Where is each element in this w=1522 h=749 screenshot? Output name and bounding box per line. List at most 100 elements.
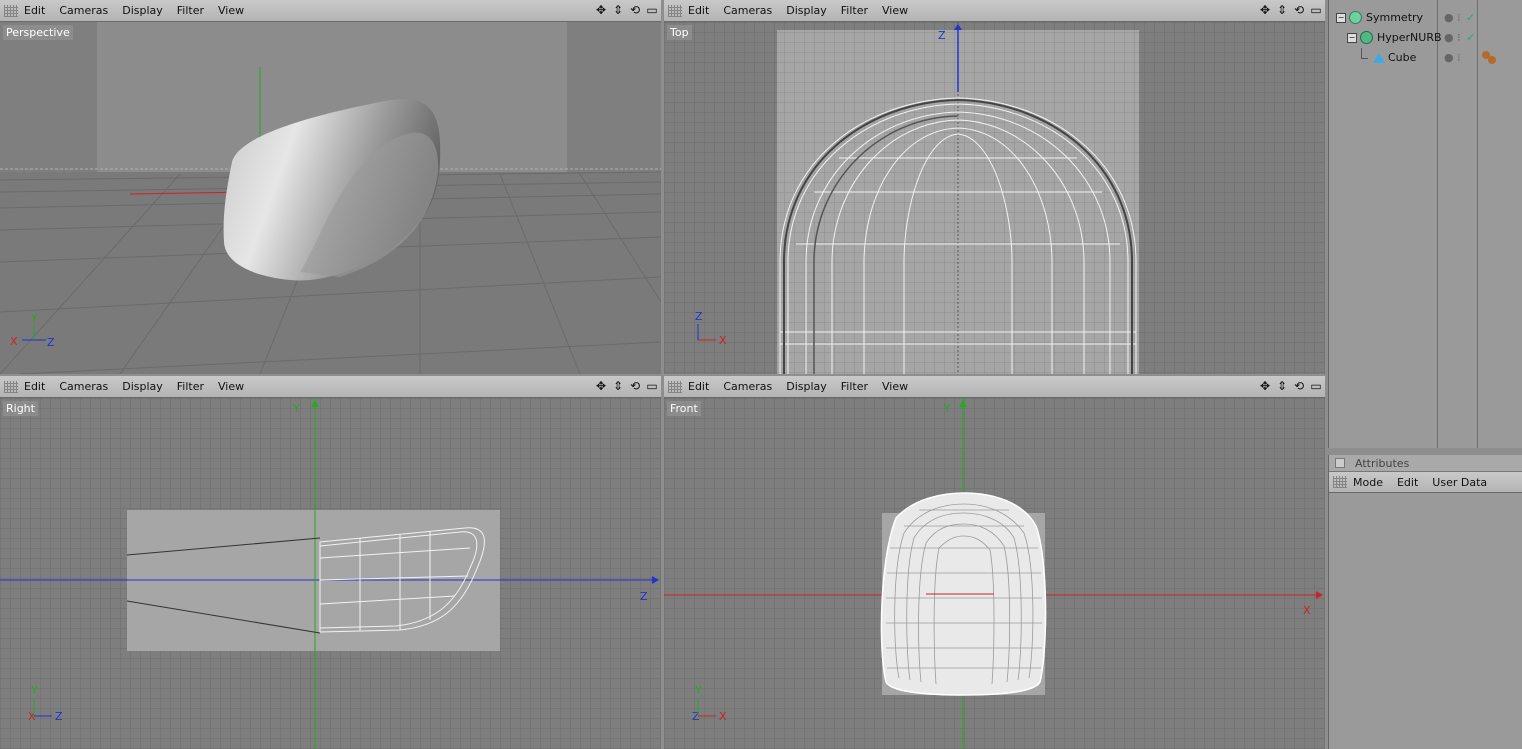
material-tag-icon[interactable] — [1482, 51, 1490, 59]
move-view-icon[interactable]: ✥ — [1258, 3, 1272, 17]
attributes-checkbox[interactable] — [1335, 458, 1345, 468]
menu-mode[interactable]: Mode — [1353, 476, 1383, 489]
grip-icon[interactable] — [4, 4, 18, 17]
viewport-label: Right — [3, 401, 38, 416]
maximize-view-icon[interactable]: ▭ — [1309, 379, 1323, 393]
viewport-menubar: Edit Cameras Display Filter View ✥ ⇕ ⟲ ▭ — [0, 0, 661, 22]
grip-icon[interactable] — [1333, 476, 1347, 488]
attributes-menubar: Mode Edit User Data — [1329, 472, 1522, 493]
menu-edit[interactable]: Edit — [688, 4, 709, 17]
zoom-view-icon[interactable]: ⇕ — [611, 3, 625, 17]
menu-view[interactable]: View — [882, 4, 908, 17]
object-name[interactable]: HyperNURB — [1377, 31, 1442, 44]
right-canvas[interactable]: Y Z Y X Z Right — [0, 398, 661, 749]
zoom-view-icon[interactable]: ⇕ — [1275, 379, 1289, 393]
viewport-label: Perspective — [3, 25, 73, 40]
maximize-view-icon[interactable]: ▭ — [645, 3, 659, 17]
grip-icon[interactable] — [668, 380, 682, 393]
collapse-icon[interactable]: − — [1347, 32, 1357, 43]
svg-text:Z: Z — [640, 590, 648, 603]
maximize-view-icon[interactable]: ▭ — [1309, 3, 1323, 17]
viewport-perspective[interactable]: Edit Cameras Display Filter View ✥ ⇕ ⟲ ▭ — [0, 0, 661, 374]
hypernurbs-icon — [1360, 31, 1373, 44]
svg-text:Y: Y — [30, 312, 38, 325]
object-name[interactable]: Symmetry — [1366, 11, 1423, 24]
object-manager[interactable]: − Symmetry ● ⁝ ✓ − HyperNURB ● ⁝ ✓ Cube … — [1328, 0, 1522, 448]
move-view-icon[interactable]: ✥ — [594, 3, 608, 17]
visibility-dots-icon[interactable]: ● ⁝ — [1444, 11, 1461, 24]
svg-text:Z: Z — [695, 310, 703, 323]
svg-text:X: X — [1303, 604, 1311, 617]
menu-cameras[interactable]: Cameras — [59, 4, 108, 17]
menu-cameras[interactable]: Cameras — [59, 380, 108, 393]
viewport-label: Front — [667, 401, 701, 416]
menu-filter[interactable]: Filter — [177, 4, 204, 17]
rotate-view-icon[interactable]: ⟲ — [628, 3, 642, 17]
svg-text:Y: Y — [30, 684, 38, 697]
viewport-top[interactable]: Edit Cameras Display Filter View ✥ ⇕ ⟲ ▭ — [664, 0, 1325, 374]
viewport-menubar: Edit Cameras Display Filter View ✥ ⇕ ⟲ ▭ — [664, 376, 1325, 398]
object-row-hypernurbs[interactable]: − HyperNURB ● ⁝ ✓ — [1329, 28, 1522, 47]
column-divider — [1437, 0, 1438, 448]
zoom-view-icon[interactable]: ⇕ — [611, 379, 625, 393]
menu-view[interactable]: View — [218, 380, 244, 393]
svg-text:Y: Y — [292, 402, 300, 415]
menu-filter[interactable]: Filter — [177, 380, 204, 393]
tree-line — [1361, 48, 1368, 59]
move-view-icon[interactable]: ✥ — [594, 379, 608, 393]
menu-cameras[interactable]: Cameras — [723, 380, 772, 393]
menu-view[interactable]: View — [882, 380, 908, 393]
attributes-title: Attributes — [1355, 456, 1410, 470]
visibility-dots-icon[interactable]: ● ⁝ — [1444, 51, 1461, 64]
move-view-icon[interactable]: ✥ — [1258, 379, 1272, 393]
enabled-check-icon[interactable]: ✓ — [1466, 11, 1475, 24]
viewport-front[interactable]: Edit Cameras Display Filter View ✥ ⇕ ⟲ ▭ — [664, 376, 1325, 749]
menu-user-data[interactable]: User Data — [1432, 476, 1487, 489]
rotate-view-icon[interactable]: ⟲ — [628, 379, 642, 393]
grip-icon[interactable] — [668, 4, 682, 17]
menu-filter[interactable]: Filter — [841, 380, 868, 393]
menu-view[interactable]: View — [218, 4, 244, 17]
symmetry-icon — [1349, 11, 1362, 24]
svg-text:Y: Y — [694, 684, 702, 697]
rotate-view-icon[interactable]: ⟲ — [1292, 379, 1306, 393]
perspective-canvas[interactable]: X Y Z Perspective — [0, 22, 661, 374]
column-divider — [1477, 0, 1478, 448]
attributes-header: Attributes — [1329, 455, 1522, 472]
menu-display[interactable]: Display — [786, 4, 827, 17]
enabled-check-icon[interactable]: ✓ — [1466, 31, 1475, 44]
viewport-label: Top — [667, 25, 692, 40]
attributes-manager[interactable]: Attributes Mode Edit User Data — [1328, 455, 1522, 749]
collapse-icon[interactable]: − — [1336, 12, 1346, 23]
menu-edit[interactable]: Edit — [24, 380, 45, 393]
svg-text:X: X — [719, 334, 727, 347]
svg-text:Z: Z — [938, 29, 946, 42]
rotate-view-icon[interactable]: ⟲ — [1292, 3, 1306, 17]
zoom-view-icon[interactable]: ⇕ — [1275, 3, 1289, 17]
svg-text:Y: Y — [943, 402, 951, 415]
viewport-menubar: Edit Cameras Display Filter View ✥ ⇕ ⟲ ▭ — [0, 376, 661, 398]
front-canvas[interactable]: Y X Y X Z Front — [664, 398, 1325, 749]
menu-filter[interactable]: Filter — [841, 4, 868, 17]
viewport-menubar: Edit Cameras Display Filter View ✥ ⇕ ⟲ ▭ — [664, 0, 1325, 22]
menu-display[interactable]: Display — [122, 4, 163, 17]
svg-text:Z: Z — [47, 336, 55, 349]
viewport-right[interactable]: Edit Cameras Display Filter View ✥ ⇕ ⟲ ▭ — [0, 376, 661, 749]
menu-display[interactable]: Display — [786, 380, 827, 393]
menu-display[interactable]: Display — [122, 380, 163, 393]
menu-cameras[interactable]: Cameras — [723, 4, 772, 17]
menu-edit[interactable]: Edit — [24, 4, 45, 17]
top-canvas[interactable]: Z Z X Top — [664, 22, 1325, 374]
maximize-view-icon[interactable]: ▭ — [645, 379, 659, 393]
object-row-cube[interactable]: Cube ● ⁝ — [1329, 48, 1522, 67]
object-name[interactable]: Cube — [1388, 51, 1416, 64]
svg-text:X: X — [10, 335, 18, 348]
object-row-symmetry[interactable]: − Symmetry ● ⁝ ✓ — [1329, 8, 1522, 27]
svg-text:Z: Z — [55, 710, 63, 723]
cube-icon — [1373, 52, 1385, 63]
menu-edit[interactable]: Edit — [1397, 476, 1418, 489]
grip-icon[interactable] — [4, 380, 18, 393]
menu-edit[interactable]: Edit — [688, 380, 709, 393]
svg-text:X: X — [719, 710, 727, 723]
visibility-dots-icon[interactable]: ● ⁝ — [1444, 31, 1461, 44]
